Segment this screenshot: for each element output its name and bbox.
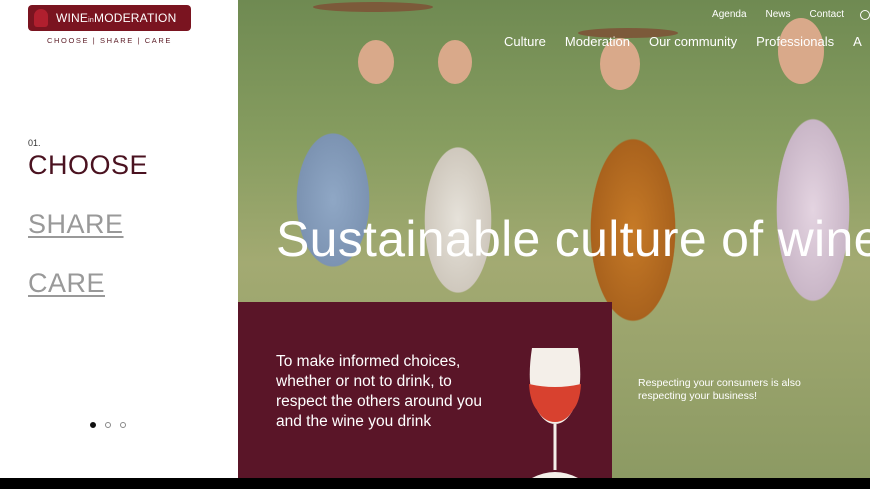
main-nav: Culture Moderation Our community Profess…	[504, 34, 862, 49]
logo[interactable]: WINEinMODERATION	[28, 5, 191, 31]
nav-news[interactable]: News	[766, 9, 791, 20]
person-illustration	[778, 18, 824, 84]
page: WINEinMODERATION CHOOSE | SHARE | CARE 0…	[0, 0, 870, 478]
step-number: 01.	[28, 138, 41, 148]
person-illustration	[358, 40, 394, 84]
nav-our-community[interactable]: Our community	[649, 34, 737, 49]
step-choose[interactable]: CHOOSE	[28, 150, 148, 181]
utility-nav: Agenda News Contact	[712, 9, 844, 20]
nav-professionals[interactable]: Professionals	[756, 34, 834, 49]
nav-more[interactable]: A	[853, 34, 862, 49]
nav-agenda[interactable]: Agenda	[712, 9, 746, 20]
message-card: To make informed choices, whether or not…	[238, 302, 612, 478]
logo-word-moderation: MODERATION	[94, 11, 177, 25]
hat-illustration	[313, 2, 433, 12]
carousel-dot[interactable]	[105, 422, 111, 428]
step-care[interactable]: CARE	[28, 268, 105, 299]
hero: Agenda News Contact Culture Moderation O…	[238, 0, 870, 478]
left-panel: WINEinMODERATION CHOOSE | SHARE | CARE 0…	[0, 0, 238, 478]
logo-word-wine: WINE	[56, 11, 89, 25]
carousel-dot[interactable]	[90, 422, 96, 428]
nav-culture[interactable]: Culture	[504, 34, 546, 49]
wine-glass-icon	[529, 348, 581, 478]
tagline: CHOOSE | SHARE | CARE	[46, 36, 172, 45]
step-share[interactable]: SHARE	[28, 209, 124, 240]
logo-bottle-icon	[34, 9, 48, 27]
nav-moderation[interactable]: Moderation	[565, 34, 630, 49]
hero-headline: Sustainable culture of wine	[276, 211, 870, 267]
carousel-dot[interactable]	[120, 422, 126, 428]
hero-caption: Respecting your consumers is also respec…	[638, 377, 801, 402]
nav-contact[interactable]: Contact	[810, 9, 844, 20]
carousel-dots	[90, 422, 126, 428]
search-icon[interactable]	[860, 10, 870, 20]
card-text: To make informed choices, whether or not…	[276, 353, 482, 430]
person-illustration	[438, 40, 472, 84]
